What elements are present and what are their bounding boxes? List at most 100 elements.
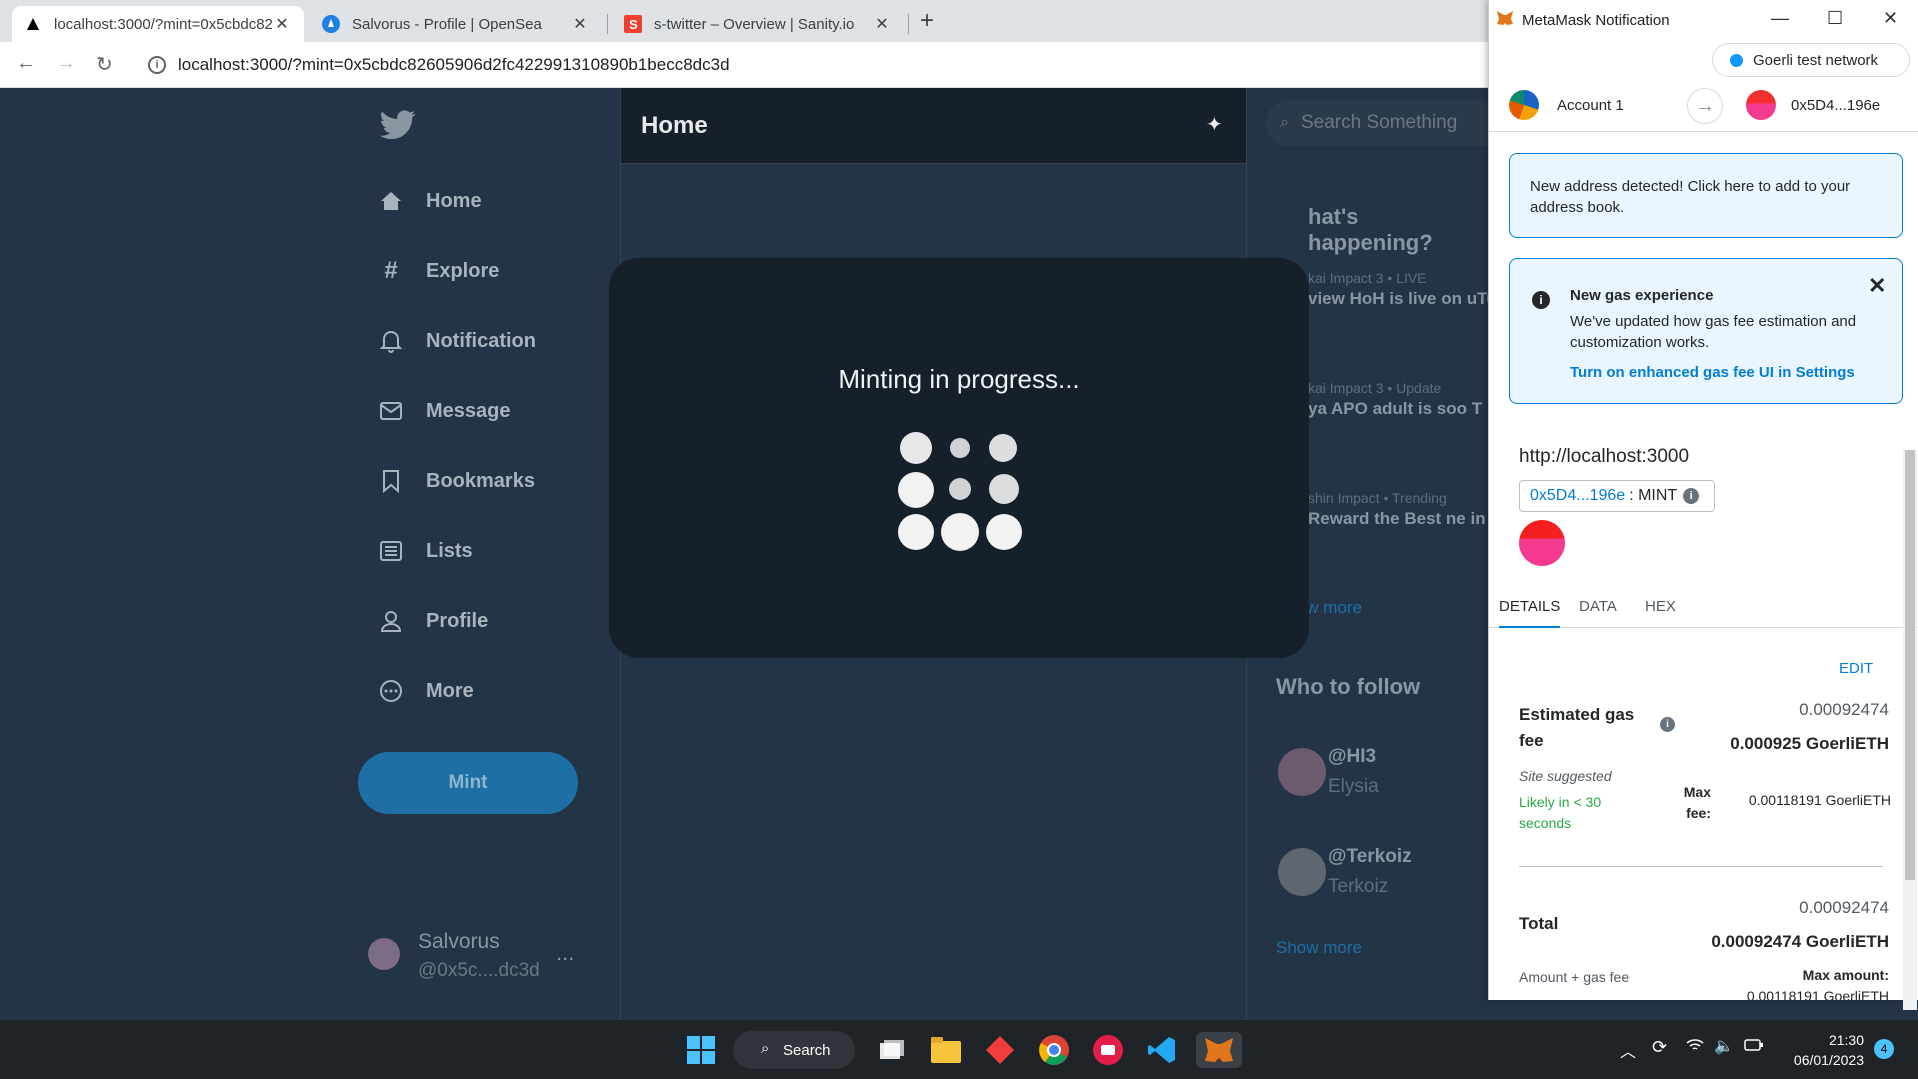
nav-bookmarks[interactable]: Bookmarks [378, 468, 535, 494]
tab-data[interactable]: DATA [1579, 598, 1617, 615]
tab-close-icon[interactable]: ✕ [872, 14, 892, 34]
task-view-icon[interactable] [874, 1032, 910, 1068]
trend-item[interactable]: kai Impact 3 • Update ya APO adult is so… [1308, 380, 1488, 421]
wifi-icon[interactable] [1686, 1038, 1704, 1057]
tab-details[interactable]: DETAILS [1499, 598, 1561, 628]
notification-badge[interactable]: 4 [1874, 1039, 1894, 1059]
follow-item[interactable]: @HI3 Elysia [1278, 742, 1488, 802]
trend-item[interactable]: shin Impact • Trending Reward the Best n… [1308, 490, 1488, 531]
nav-lists[interactable]: Lists [378, 538, 473, 564]
total-label: Total [1519, 914, 1559, 933]
trend-text: Reward the Best ne in 2022 [1308, 509, 1488, 528]
feed-header: Home ✦ [621, 88, 1246, 164]
metamask-fox-icon [1496, 10, 1514, 30]
metamask-window: MetaMask Notification — ☐ ✕ Goerli test … [1488, 0, 1918, 1010]
modal-title: Minting in progress... [838, 364, 1080, 394]
maximize-icon[interactable]: ☐ [1827, 8, 1843, 29]
follow-item[interactable]: @Terkoiz Terkoiz [1278, 842, 1488, 902]
scrollbar-thumb[interactable] [1905, 450, 1915, 880]
details-tabs: DETAILS DATA HEX [1489, 586, 1918, 628]
profile-handle: @0x5c....dc3d [418, 960, 540, 981]
new-tab-button[interactable]: + [920, 7, 934, 35]
network-dot [1730, 53, 1743, 67]
app-diamond-icon[interactable] [982, 1032, 1018, 1068]
time: 21:30 [1828, 1032, 1864, 1048]
sync-icon[interactable]: ⟳ [1652, 1037, 1667, 1058]
nav-label: Message [426, 399, 511, 422]
tab-title: localhost:3000/?mint=0x5cbdc82605906d2fc… [54, 15, 272, 33]
trend-text: view HoH is live on uTube! [1308, 289, 1488, 308]
tab-separator [908, 14, 909, 34]
nav-profile[interactable]: Profile [378, 608, 488, 634]
new-address-notice[interactable]: New address detected! Click here to add … [1509, 153, 1903, 238]
follow-handle: @Terkoiz [1328, 846, 1412, 867]
back-icon[interactable]: ← [16, 52, 36, 75]
profile-more-icon[interactable]: ... [556, 940, 574, 966]
bookmark-icon [378, 468, 404, 494]
tab-localhost[interactable]: localhost:3000/?mint=0x5cbdc82605906d2fc… [12, 6, 304, 42]
nav-explore[interactable]: # Explore [378, 257, 500, 284]
volume-icon[interactable]: 🔈 [1714, 1036, 1734, 1056]
gas-settings-link[interactable]: Turn on enhanced gas fee UI in Settings [1570, 364, 1855, 381]
recipient-address[interactable]: 0x5D4...196e [1791, 97, 1880, 114]
home-icon [378, 188, 404, 214]
nav-label: Lists [426, 539, 473, 562]
clock[interactable]: 21:30 06/01/2023 [1784, 1030, 1864, 1070]
tab-close-icon[interactable]: ✕ [272, 14, 292, 34]
tab-opensea[interactable]: Salvorus - Profile | OpenSea ✕ [310, 6, 602, 42]
omnibox[interactable]: i localhost:3000/?mint=0x5cbdc82605906d2… [140, 48, 1490, 82]
edit-link[interactable]: EDIT [1839, 660, 1873, 677]
nav-message[interactable]: Message [378, 398, 511, 424]
nav-more[interactable]: More [378, 678, 474, 704]
taskbar-search[interactable]: ⌕ Search [733, 1031, 855, 1069]
spinner-dot [989, 434, 1017, 462]
more-icon [378, 678, 404, 704]
file-explorer-icon[interactable] [928, 1032, 964, 1068]
chevron-up-icon[interactable]: ︿ [1620, 1038, 1636, 1062]
mail-icon [378, 398, 404, 424]
spinner-dot [950, 438, 970, 458]
forward-icon[interactable]: → [56, 52, 76, 75]
close-icon[interactable]: ✕ [1868, 273, 1886, 299]
trend-item[interactable]: kai Impact 3 • LIVE view HoH is live on … [1308, 270, 1488, 311]
method-pill[interactable]: 0x5D4...196e : MINT i [1519, 480, 1715, 512]
app-red-icon[interactable] [1090, 1032, 1126, 1068]
mint-button[interactable]: Mint [358, 752, 578, 814]
nav-notification[interactable]: Notification [378, 328, 536, 354]
nav-home[interactable]: Home [378, 188, 482, 214]
sparkle-icon[interactable]: ✦ [1206, 112, 1223, 137]
max-amount-value: 0.00118191 GoerliETH [1746, 988, 1889, 1000]
tab-title: s-twitter – Overview | Sanity.io [654, 15, 855, 33]
tab-sanity[interactable]: S s-twitter – Overview | Sanity.io ✕ [612, 6, 904, 42]
account-avatar [1509, 90, 1539, 120]
svg-text:S: S [629, 17, 638, 32]
scrollbar[interactable] [1903, 450, 1917, 1010]
vscode-icon[interactable] [1144, 1032, 1180, 1068]
metamask-taskbar-icon[interactable] [1196, 1032, 1242, 1068]
show-more-link[interactable]: Show more [1276, 938, 1362, 958]
estimated-gas-big: 0.000925 GoerliETH [1730, 734, 1889, 753]
account-name: Account 1 [1557, 97, 1624, 114]
profile-card[interactable]: Salvorus @0x5c....dc3d ... [368, 920, 598, 990]
nav-label: Explore [426, 259, 500, 282]
minimize-icon[interactable]: — [1771, 8, 1789, 29]
search-input[interactable]: ⌕ Search Something [1266, 100, 1488, 146]
spinner-dot [898, 472, 934, 508]
spinner-dot [900, 432, 932, 464]
tab-close-icon[interactable]: ✕ [570, 14, 590, 34]
chrome-icon[interactable] [1036, 1032, 1072, 1068]
network-selector[interactable]: Goerli test network [1712, 43, 1910, 77]
reload-icon[interactable]: ↻ [96, 52, 113, 77]
site-info-icon[interactable]: i [148, 56, 166, 74]
trend-meta: kai Impact 3 • Update [1308, 380, 1442, 396]
nav-label: Bookmarks [426, 469, 535, 492]
follow-name: Elysia [1328, 776, 1379, 797]
tab-hex[interactable]: HEX [1645, 598, 1676, 615]
spinner-dot [949, 478, 971, 500]
spinner-dot [941, 513, 979, 551]
twitter-bird-icon[interactable] [380, 110, 416, 145]
close-icon[interactable]: ✕ [1883, 8, 1898, 29]
windows-start-icon[interactable] [686, 1032, 716, 1068]
battery-icon[interactable] [1744, 1038, 1764, 1057]
info-icon: i [1532, 291, 1550, 309]
